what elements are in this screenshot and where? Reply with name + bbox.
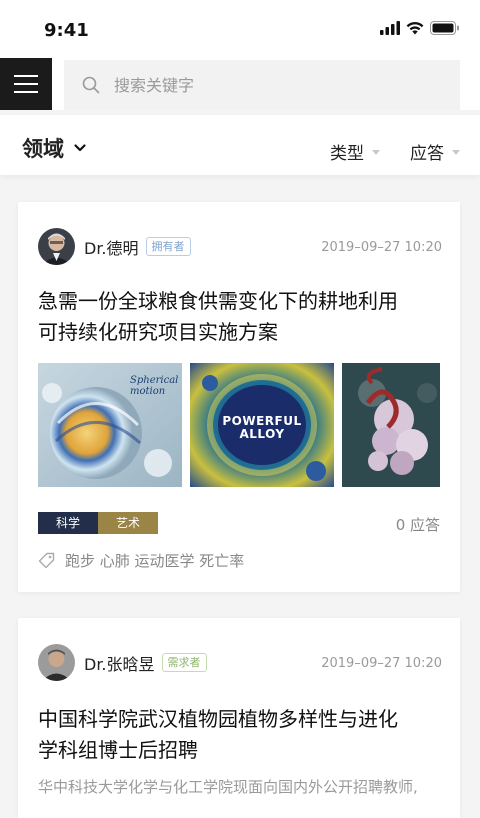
status-icons — [380, 21, 460, 35]
author-name[interactable]: Dr.张晗昱 — [84, 651, 155, 675]
type-dropdown[interactable]: 类型 — [330, 139, 380, 164]
battery-icon — [430, 21, 459, 35]
cover-image[interactable] — [342, 363, 440, 487]
answer-count: 0 应答 — [395, 516, 440, 534]
tag-icon — [38, 552, 55, 569]
hamburger-icon-line — [14, 75, 38, 77]
post-title-line: 急需一份全球粮食供需变化下的耕地利用 — [38, 289, 398, 313]
post-excerpt: 华中科技大学化学与化工学院现面向国内外公开招聘教师, — [38, 778, 418, 796]
field-dropdown-label: 领域 — [22, 137, 64, 161]
post-title-line: 学科组博士后招聘 — [38, 738, 198, 762]
status-bar: 9:41 — [0, 0, 480, 58]
caret-down-icon — [372, 150, 380, 155]
image-gallery: Spherical motion POWERFUL ALLOY — [38, 363, 440, 487]
cover-caption: Spherical motion — [130, 375, 179, 397]
signal-icon — [380, 21, 400, 35]
search-icon — [82, 76, 100, 94]
avatar[interactable] — [38, 644, 75, 681]
chevron-down-icon — [74, 144, 86, 152]
cover-image[interactable]: Spherical motion — [38, 363, 182, 487]
caret-down-icon — [452, 150, 460, 155]
answer-dropdown-label: 应答 — [410, 144, 444, 164]
role-badge: 拥有者 — [145, 237, 191, 256]
post-card[interactable]: Dr.张晗昱 需求者 2019–09–27 10:20 中国科学院武汉植物园植物… — [18, 618, 460, 818]
author-row: Dr.德明 拥有者 — [38, 228, 191, 265]
avatar[interactable] — [38, 228, 75, 265]
status-time: 9:41 — [44, 20, 89, 41]
menu-button[interactable] — [0, 58, 52, 110]
keywords: 跑步 心肺 运动医学 死亡率 — [65, 552, 245, 570]
post-time: 2019–09–27 10:20 — [321, 240, 442, 255]
wifi-icon — [406, 21, 424, 35]
search-input[interactable] — [114, 75, 434, 95]
filter-bar: 领域 类型 应答 — [0, 115, 480, 175]
answer-dropdown[interactable]: 应答 — [410, 139, 460, 164]
search-bar[interactable] — [64, 60, 460, 110]
top-bar — [0, 58, 480, 110]
post-card[interactable]: Dr.德明 拥有者 2019–09–27 10:20 急需一份全球粮食供需变化下… — [18, 202, 460, 592]
field-dropdown[interactable]: 领域 — [22, 133, 86, 163]
tag[interactable]: 艺术 — [98, 512, 158, 534]
author-name[interactable]: Dr.德明 — [84, 235, 139, 259]
role-badge: 需求者 — [161, 653, 207, 672]
tag-list: 科学 艺术 — [38, 512, 158, 534]
post-title[interactable]: 中国科学院武汉植物园植物多样性与进化 学科组博士后招聘 — [38, 704, 448, 766]
post-time: 2019–09–27 10:20 — [321, 656, 442, 671]
tag[interactable]: 科学 — [38, 512, 98, 534]
author-row: Dr.张晗昱 需求者 — [38, 644, 207, 681]
cover-caption: POWERFUL ALLOY — [222, 414, 302, 441]
post-title-line: 可持续化研究项目实施方案 — [38, 320, 278, 344]
hamburger-icon-line — [14, 83, 38, 85]
post-title[interactable]: 急需一份全球粮食供需变化下的耕地利用 可持续化研究项目实施方案 — [38, 286, 448, 348]
type-dropdown-label: 类型 — [330, 144, 364, 164]
cover-image[interactable]: POWERFUL ALLOY — [190, 363, 334, 487]
post-title-line: 中国科学院武汉植物园植物多样性与进化 — [38, 707, 398, 731]
hamburger-icon-line — [14, 91, 38, 93]
keywords-row: 跑步 心肺 运动医学 死亡率 — [38, 550, 244, 571]
